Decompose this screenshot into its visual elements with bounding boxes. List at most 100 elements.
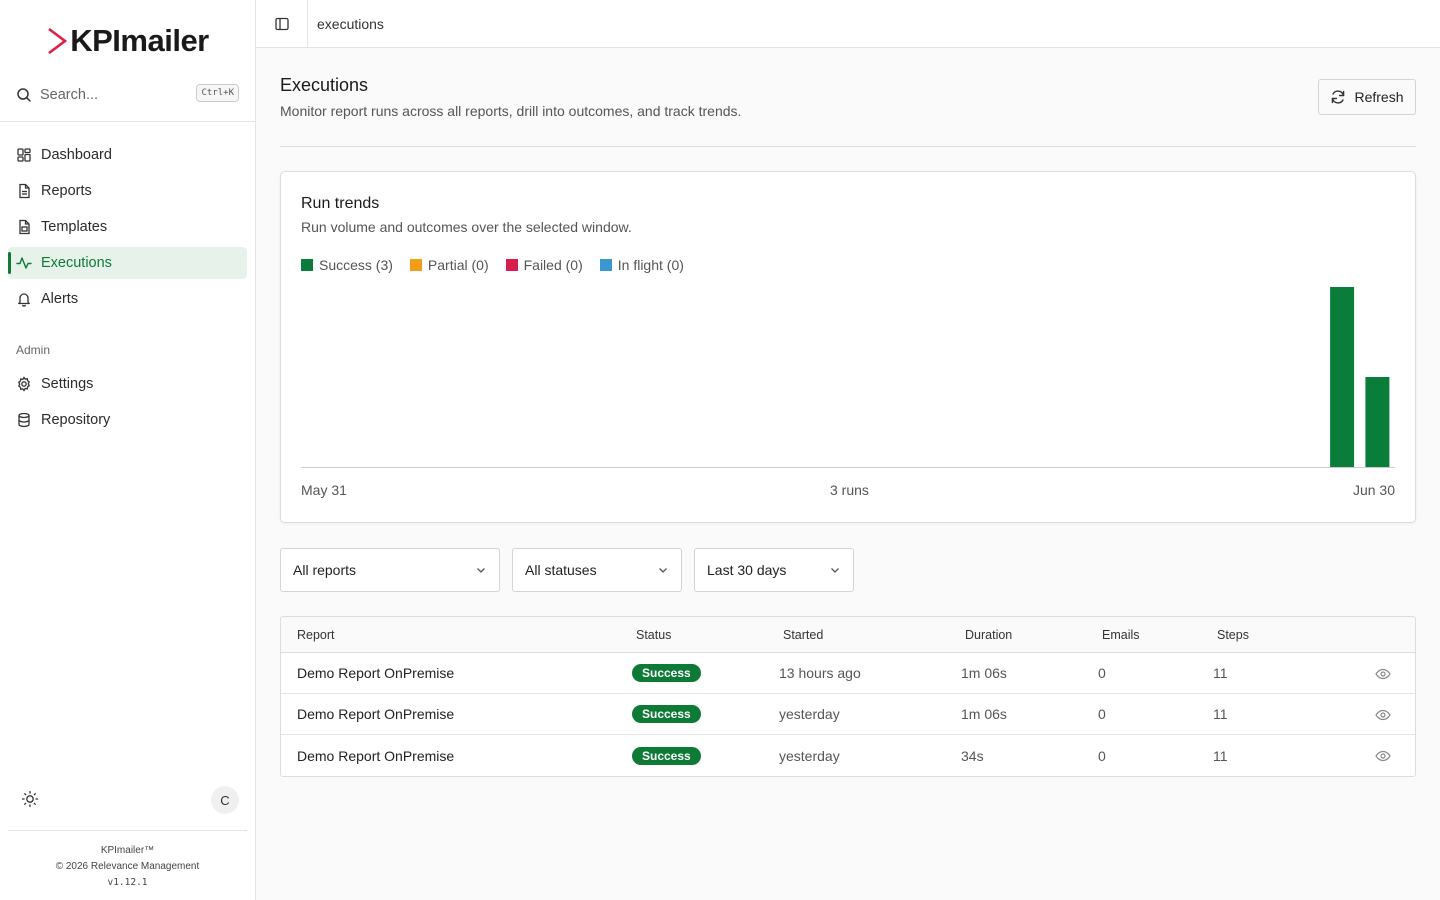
cell-steps: 11 [1213, 706, 1228, 722]
col-steps[interactable]: Steps [1217, 628, 1249, 642]
admin-section-label: Admin [16, 343, 51, 357]
footer-divider [8, 830, 247, 831]
col-started[interactable]: Started [783, 628, 823, 642]
select-value: All statuses [525, 562, 597, 578]
nav-item-label: Repository [41, 412, 111, 428]
template-icon [19, 219, 30, 235]
legend-swatch [599, 259, 612, 271]
cell-emails: 0 [1098, 747, 1106, 764]
dashboard-icon [17, 148, 31, 162]
chevron-down-icon [477, 568, 485, 573]
legend-item-in-flight[interactable]: In flight (0) [599, 257, 684, 273]
legend-item-success[interactable]: Success (3) [301, 257, 393, 273]
chevron-down-icon [659, 568, 667, 573]
search-bar[interactable]: Ctrl+K [16, 81, 239, 109]
bar-success-day-30[interactable] [1330, 287, 1355, 467]
legend-item-failed[interactable]: Failed (0) [505, 257, 583, 273]
nav-item-templates[interactable]: Templates [8, 211, 247, 243]
status-filter-select[interactable]: All statuses [512, 548, 682, 592]
x-label-start: May 31 [301, 482, 347, 498]
footer-copyright: © 2026 Relevance Management [55, 861, 200, 872]
search-icon [17, 88, 31, 102]
table-row[interactable]: Demo Report OnPremise Success 13 hours a… [281, 653, 1415, 694]
search-input[interactable] [40, 87, 180, 103]
nav-item-label: Dashboard [41, 147, 112, 163]
search-shortcut-badge: Ctrl+K [196, 84, 239, 102]
refresh-button[interactable]: Refresh [1318, 79, 1416, 115]
brand-name: KPImailer [70, 23, 209, 58]
page-title: Executions [280, 75, 369, 95]
cell-duration: 1m 06s [961, 706, 1007, 722]
nav-item-label: Executions [41, 255, 112, 271]
chart-legend: Success (3) Partial (0) Failed (0) In fl… [301, 257, 684, 273]
main-area: executions Executions Monitor report run… [256, 0, 1440, 900]
executions-table: Report Status Started Duration Emails St… [280, 616, 1416, 777]
table-header: Report Status Started Duration Emails St… [281, 617, 1415, 653]
run-trends-card: Run trends Run volume and outcomes over … [280, 171, 1416, 523]
cell-emails: 0 [1098, 706, 1106, 722]
cell-started: yesterday [779, 747, 840, 764]
x-label-mid: 3 runs [830, 482, 869, 498]
refresh-icon [1332, 90, 1345, 104]
footer-version: v1.12.1 [107, 877, 148, 888]
footer-product: KPImailer™ [100, 845, 155, 856]
sidebar: KPImailer Ctrl+K Dashboard [0, 0, 256, 900]
sidebar-toggle-button[interactable] [256, 0, 308, 48]
nav-item-alerts[interactable]: Alerts [8, 283, 247, 315]
col-duration[interactable]: Duration [965, 628, 1012, 642]
col-emails[interactable]: Emails [1102, 628, 1140, 642]
run-trends-chart [301, 287, 1395, 468]
sun-icon[interactable] [21, 790, 39, 808]
col-status[interactable]: Status [636, 628, 671, 642]
legend-swatch [505, 259, 518, 271]
topbar: executions [256, 0, 1440, 48]
logo[interactable]: KPImailer [0, 0, 255, 82]
user-avatar[interactable]: C [211, 786, 239, 814]
nav-item-label: Settings [41, 376, 94, 392]
nav-item-executions[interactable]: Executions [8, 247, 247, 279]
nav-item-label: Alerts [41, 291, 79, 307]
table-row[interactable]: Demo Report OnPremise Success yesterday … [281, 694, 1415, 735]
cell-report: Demo Report OnPremise [297, 706, 455, 722]
breadcrumb: executions [317, 15, 384, 32]
cell-report: Demo Report OnPremise [297, 665, 455, 681]
cell-report: Demo Report OnPremise [297, 747, 455, 764]
cell-steps: 11 [1213, 665, 1228, 681]
eye-icon[interactable] [1375, 707, 1391, 723]
activity-icon [16, 257, 32, 269]
status-badge: Success [632, 664, 701, 682]
select-value: Last 30 days [707, 562, 787, 578]
nav-item-repository[interactable]: Repository [8, 404, 247, 436]
gear-icon [17, 376, 31, 392]
file-icon [19, 183, 30, 199]
eye-icon[interactable] [1375, 748, 1391, 764]
nav-item-reports[interactable]: Reports [8, 175, 247, 207]
legend-item-partial[interactable]: Partial (0) [409, 257, 489, 273]
sidebar-footer: KPImailer™ © 2026 Relevance Management v… [0, 843, 255, 891]
filters-bar: All reports All statuses Last 30 days [280, 548, 1416, 592]
report-filter-select[interactable]: All reports [280, 548, 500, 592]
eye-icon[interactable] [1375, 666, 1391, 682]
logo-chevron-icon [48, 27, 68, 55]
table-row[interactable]: Demo Report OnPremise Success yesterday … [281, 735, 1415, 776]
legend-label: Failed (0) [523, 257, 583, 273]
bar-success-day-31[interactable] [1365, 377, 1390, 467]
legend-label: In flight (0) [617, 257, 684, 273]
nav-item-settings[interactable]: Settings [8, 368, 247, 400]
cell-started: yesterday [779, 706, 840, 722]
cell-steps: 11 [1213, 747, 1228, 764]
page-content: Executions Monitor report runs across al… [256, 48, 1440, 777]
status-badge: Success [632, 746, 701, 765]
card-title: Run trends [301, 195, 380, 212]
cell-started: 13 hours ago [779, 665, 861, 681]
nav-item-dashboard[interactable]: Dashboard [8, 139, 247, 171]
cell-duration: 34s [961, 747, 984, 764]
status-badge: Success [632, 705, 701, 723]
col-report[interactable]: Report [297, 628, 335, 642]
nav-item-label: Templates [41, 219, 108, 235]
database-icon [18, 412, 30, 428]
panel-left-icon [274, 17, 289, 30]
date-range-select[interactable]: Last 30 days [694, 548, 854, 592]
legend-label: Partial (0) [427, 257, 489, 273]
cell-duration: 1m 06s [961, 665, 1007, 681]
